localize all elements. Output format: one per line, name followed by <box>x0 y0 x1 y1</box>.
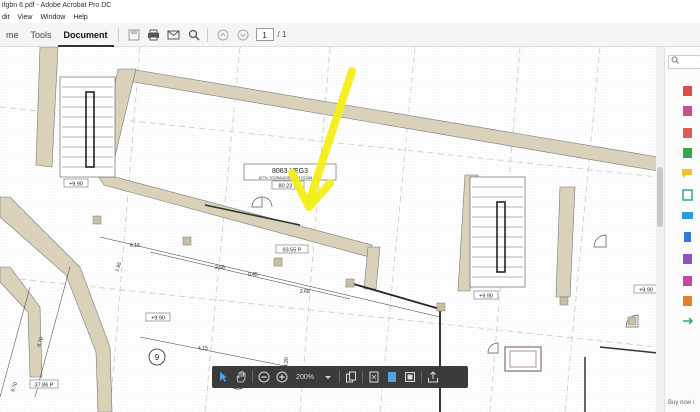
window-title: ifgbn 6.pdf - Adobe Acrobat Pro DC <box>0 0 700 12</box>
next-page-icon[interactable] <box>234 26 252 44</box>
search-icon <box>671 56 679 64</box>
main-toolbar: me Tools Document 1 / 1 <box>0 23 700 47</box>
buy-now-link[interactable]: Buy now i <box>668 400 694 406</box>
document-viewer[interactable]: 8063 YEG3 ATTN. STORAGE/BOILER ROOM UNIT… <box>0 47 658 412</box>
optimize-icon[interactable] <box>681 295 695 307</box>
tools-search-field[interactable] <box>668 55 700 69</box>
edit-pdf-icon[interactable] <box>681 127 695 139</box>
print-icon[interactable] <box>145 26 163 44</box>
more-tools-icon[interactable] <box>681 315 695 327</box>
tab-home[interactable]: me <box>0 23 25 47</box>
fill-sign-icon[interactable] <box>681 253 695 265</box>
previous-page-icon[interactable] <box>214 26 232 44</box>
menu-window[interactable]: Window <box>40 12 65 23</box>
zoom-out-icon[interactable] <box>257 370 271 384</box>
dimension-label: 2.66 <box>300 289 310 295</box>
menu-edit[interactable]: dit <box>2 12 9 23</box>
level-label-2: +9.90 <box>151 316 165 322</box>
page-number-input[interactable]: 1 <box>255 28 274 41</box>
tools-sidebar <box>664 47 700 412</box>
rotate-view-icon[interactable] <box>385 370 399 384</box>
chevron-down-icon[interactable] <box>321 370 335 384</box>
zoom-level[interactable]: 200% <box>293 374 317 381</box>
fit-page-icon[interactable] <box>367 370 381 384</box>
floor-plan-drawing: 8063 YEG3 ATTN. STORAGE/BOILER ROOM UNIT… <box>0 47 658 412</box>
scrollbar-thumb[interactable] <box>657 167 663 227</box>
tab-tools[interactable]: Tools <box>25 23 58 47</box>
area-label-2: 93.55 P <box>283 248 302 254</box>
level-label-1: +9.90 <box>69 182 83 188</box>
dimension-label: 2.66 <box>215 265 225 271</box>
menu-view[interactable]: View <box>17 12 32 23</box>
combine-files-icon[interactable] <box>681 105 695 117</box>
save-icon[interactable] <box>125 26 143 44</box>
menu-help[interactable]: Help <box>73 12 87 23</box>
menu-bar: dit View Window Help <box>0 12 700 23</box>
scan-icon[interactable] <box>681 209 695 221</box>
level-label-4: +9.90 <box>639 288 653 294</box>
organize-pages-icon[interactable] <box>681 189 695 201</box>
vertical-scrollbar[interactable] <box>656 47 664 412</box>
share-icon[interactable] <box>426 370 440 384</box>
prepare-form-icon[interactable] <box>681 275 695 287</box>
floating-page-toolbar: 200% <box>212 366 468 388</box>
select-arrow-icon[interactable] <box>216 370 230 384</box>
email-icon[interactable] <box>165 26 183 44</box>
export-pdf-icon[interactable] <box>681 147 695 159</box>
comment-icon[interactable] <box>681 167 695 179</box>
page-view-icon[interactable] <box>344 370 358 384</box>
hand-tool-icon[interactable] <box>234 370 248 384</box>
toolbar-divider <box>421 371 422 383</box>
grid-marker-9: 9 <box>155 353 160 362</box>
create-pdf-icon[interactable] <box>681 85 695 97</box>
dimension-label: 0.45 <box>248 272 258 278</box>
level-label-3: +9.90 <box>479 294 493 300</box>
toolbar-divider <box>362 371 363 383</box>
protect-icon[interactable] <box>681 231 695 243</box>
search-icon[interactable] <box>185 26 203 44</box>
tab-document[interactable]: Document <box>57 23 114 47</box>
zoom-in-icon[interactable] <box>275 370 289 384</box>
area-label-3: 37.86 P <box>35 383 54 389</box>
dimension-label: 4.15 <box>198 346 208 352</box>
toolbar-divider <box>252 371 253 383</box>
toolbar-divider <box>117 27 119 42</box>
full-screen-icon[interactable] <box>403 370 417 384</box>
toolbar-divider <box>339 371 340 383</box>
page-total: / 1 <box>277 30 287 39</box>
dimension-label: 6.15 <box>130 243 140 249</box>
toolbar-divider <box>206 27 208 42</box>
